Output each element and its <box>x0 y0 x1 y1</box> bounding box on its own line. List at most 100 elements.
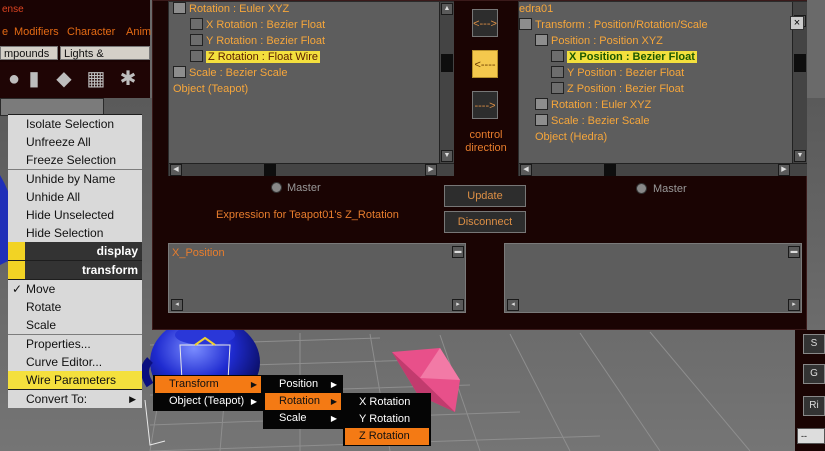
scroll-left-icon[interactable]: ◀ <box>520 164 532 176</box>
quad-unhide-all[interactable]: Unhide All <box>8 188 142 206</box>
quad-isolate-selection[interactable]: Isolate Selection <box>8 115 142 133</box>
diamond-icon[interactable]: ◆ <box>50 65 78 93</box>
curve-icon <box>551 82 564 94</box>
tree-item[interactable]: Position : Position XYZ <box>535 33 663 49</box>
right-to-left-direction-button[interactable]: <---- <box>472 50 498 78</box>
submenu-item[interactable]: Position ▶ <box>265 376 341 393</box>
two-way-direction-button[interactable]: <---> <box>472 9 498 37</box>
quad-properties[interactable]: Properties... <box>8 335 142 353</box>
left-tree-view[interactable]: Rotation : Euler XYZ X Rotation : Bezier … <box>168 1 454 176</box>
scroll-left-icon[interactable]: ◂ <box>171 299 183 311</box>
menu-animation[interactable]: Anim <box>126 26 151 38</box>
tree-item[interactable]: Z Rotation : Float Wire <box>190 49 321 65</box>
tree-item[interactable]: Transform : Position/Rotation/Scale <box>519 17 708 33</box>
scroll-right-icon[interactable]: ▸ <box>788 299 800 311</box>
submenu-item[interactable]: Y Rotation <box>345 411 429 428</box>
tree-item-label: Rotation : Euler XYZ <box>551 99 652 111</box>
cylinder-icon[interactable]: ▮ <box>20 65 48 93</box>
scroll-up-icon[interactable]: ▲ <box>441 3 453 15</box>
scroll-right-icon[interactable]: ▸ <box>452 299 464 311</box>
submenu-item[interactable]: Z Rotation <box>345 428 429 445</box>
scroll-down-icon[interactable]: ▼ <box>794 150 806 162</box>
tab-lights-cameras[interactable]: Lights & Cameras <box>60 46 150 74</box>
right-panel-button-ri[interactable]: Ri <box>803 396 825 416</box>
tree-item[interactable]: Object (Hedra) <box>535 129 607 145</box>
tree-item-label: Rotation : Euler XYZ <box>189 3 290 15</box>
submenu-item[interactable]: Scale ▶ <box>265 410 341 427</box>
scroll-down-icon[interactable]: ▼ <box>441 150 453 162</box>
quad-move[interactable]: ✓ Move <box>8 280 142 298</box>
quad-curve-editor[interactable]: Curve Editor... <box>8 353 142 371</box>
tree-item[interactable]: Object (Teapot) <box>173 81 248 97</box>
scroll-thumb[interactable] <box>604 164 616 176</box>
right-master-radio[interactable] <box>636 183 647 194</box>
submenu-item-label: X Rotation <box>359 396 411 408</box>
tree-item[interactable]: Rotation : Euler XYZ <box>535 97 651 113</box>
tree-item[interactable]: Y Position : Bezier Float <box>551 65 684 81</box>
submenu-item[interactable]: X Rotation <box>345 394 429 411</box>
scroll-left-icon[interactable]: ◂ <box>507 299 519 311</box>
submenu-item-label: Z Rotation <box>359 430 410 442</box>
right-master-label: Master <box>653 183 687 195</box>
controller-icon <box>173 66 186 78</box>
tab-compounds[interactable]: mpounds <box>0 46 58 60</box>
left-tree-hscroll[interactable]: ◀ ▶ <box>169 163 454 176</box>
quad-convert-to[interactable]: Convert To: ▶ <box>8 390 142 408</box>
tree-item[interactable]: Scale : Bezier Scale <box>173 65 287 81</box>
tree-item[interactable]: Scale : Bezier Scale <box>535 113 649 129</box>
menu-edit[interactable]: e <box>2 26 8 38</box>
quad-unfreeze-all[interactable]: Unfreeze All <box>8 133 142 151</box>
quad-scale[interactable]: Scale <box>8 316 142 334</box>
quad-rotate[interactable]: Rotate <box>8 298 142 316</box>
close-icon[interactable]: × <box>790 16 804 30</box>
tree-item[interactable]: edra01 <box>519 1 553 17</box>
disconnect-button[interactable]: Disconnect <box>444 211 526 233</box>
scroll-right-icon[interactable]: ▶ <box>778 164 790 176</box>
right-panel-dropdown[interactable]: -- <box>797 428 825 444</box>
scroll-right-icon[interactable]: ▶ <box>425 164 437 176</box>
controller-icon <box>535 98 548 110</box>
scroll-up-icon[interactable]: ▬ <box>452 246 464 258</box>
submenu-arrow-icon: ▶ <box>250 380 257 389</box>
left-expression-field[interactable]: X_Position ▬ ◂ ▸ <box>168 243 466 313</box>
display-swatch-icon <box>8 242 25 260</box>
quad-transform-label: transform <box>81 263 138 277</box>
quad-convert-to-label: Convert To: <box>26 392 88 406</box>
tree-item[interactable]: Y Rotation : Bezier Float <box>190 33 325 49</box>
quad-wire-parameters[interactable]: Wire Parameters <box>8 371 142 389</box>
left-to-right-direction-button[interactable]: ----> <box>472 91 498 119</box>
submenu-item[interactable]: Object (Teapot) ▶ <box>155 393 261 410</box>
menu-modifiers[interactable]: Modifiers <box>14 26 59 38</box>
quad-unhide-by-name[interactable]: Unhide by Name <box>8 170 142 188</box>
submenu-item[interactable]: Rotation ▶ <box>265 393 341 410</box>
scroll-thumb[interactable] <box>794 54 806 72</box>
tree-item[interactable]: Rotation : Euler XYZ <box>173 1 289 17</box>
tree-item[interactable]: X Rotation : Bezier Float <box>190 17 325 33</box>
grid-icon[interactable]: ▦ <box>82 65 110 93</box>
right-panel-button-s[interactable]: S <box>803 334 825 354</box>
scroll-left-icon[interactable]: ◀ <box>170 164 182 176</box>
left-master-radio[interactable] <box>271 182 282 193</box>
scroll-up-icon[interactable]: ▬ <box>788 246 800 258</box>
right-tree-view[interactable]: edra01 Transform : Position/Rotation/Scal… <box>518 1 807 176</box>
update-button[interactable]: Update <box>444 185 526 207</box>
sparkle-icon[interactable]: ✱ <box>114 65 142 93</box>
scroll-thumb[interactable] <box>441 54 453 72</box>
right-tree-hscroll[interactable]: ◀ ▶ <box>519 163 807 176</box>
expression-label: Expression for Teapot01's Z_Rotation <box>216 209 399 221</box>
tree-item[interactable]: Z Position : Bezier Float <box>551 81 684 97</box>
quad-freeze-selection[interactable]: Freeze Selection <box>8 151 142 169</box>
scroll-thumb[interactable] <box>264 164 276 176</box>
right-panel-button-g[interactable]: G <box>803 364 825 384</box>
tree-item-label: Scale : Bezier Scale <box>551 115 650 127</box>
quad-hide-unselected[interactable]: Hide Unselected <box>8 206 142 224</box>
submenu-item[interactable]: Transform ▶ <box>155 376 261 393</box>
quad-hide-selection[interactable]: Hide Selection <box>8 224 142 242</box>
right-expression-field[interactable]: ▬ ◂ ▸ <box>504 243 802 313</box>
submenu-arrow-icon: ▶ <box>250 397 257 406</box>
controller-icon <box>173 2 186 14</box>
menu-character[interactable]: Character <box>67 26 115 38</box>
quad-move-label: Move <box>26 282 56 296</box>
tree-item[interactable]: X Position : Bezier Float <box>551 49 697 65</box>
left-tree-vscroll[interactable]: ▲ ▼ <box>439 2 454 164</box>
